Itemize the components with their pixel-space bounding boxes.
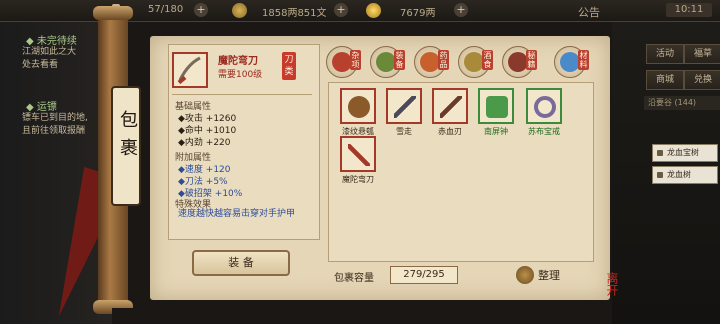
curved-sabre-icon bbox=[348, 144, 370, 166]
tab-equipment-label: 装备 bbox=[394, 50, 405, 70]
quest-line: 处去看看 bbox=[22, 60, 59, 70]
silver-value: 1858两851文 bbox=[262, 8, 327, 19]
quest-title-unfinished[interactable]: ◆ 未完待续 bbox=[26, 32, 77, 47]
sort-button[interactable]: 整理 bbox=[516, 264, 574, 286]
add-gold-button[interactable]: + bbox=[454, 3, 468, 17]
gourd-icon bbox=[348, 96, 370, 118]
selected-item-icon bbox=[172, 52, 208, 88]
silver-coin-icon bbox=[232, 3, 247, 18]
side-list-item[interactable]: 龙血树 bbox=[652, 166, 718, 184]
gold-value: 7679两 bbox=[400, 8, 436, 19]
add-silver-button[interactable]: + bbox=[334, 3, 348, 17]
money-bag-icon bbox=[516, 266, 534, 284]
side-list-item[interactable]: 龙血宝树 bbox=[652, 144, 718, 162]
item-name: 魔陀弯刀 bbox=[218, 56, 258, 67]
equipment-icon bbox=[376, 52, 396, 72]
item-slot[interactable] bbox=[386, 88, 422, 124]
tab-food-label: 酒食 bbox=[482, 50, 493, 70]
bottom-toolbar bbox=[112, 308, 612, 324]
capacity-value: 279/295 bbox=[390, 266, 458, 284]
divider bbox=[172, 94, 312, 95]
item-slot-name: 雪走 bbox=[396, 127, 412, 136]
pill-icon bbox=[420, 52, 440, 72]
quest-line: 江湖如此之大 bbox=[22, 47, 77, 57]
tab-misc-label: 杂项 bbox=[350, 50, 361, 70]
activity-button[interactable]: 活动 bbox=[646, 44, 684, 64]
item-slot-name: 苏布宝戒 bbox=[528, 127, 560, 136]
welfare-button[interactable]: 福草 bbox=[684, 44, 720, 64]
item-slot[interactable] bbox=[432, 88, 468, 124]
close-seal-text: 离开 bbox=[605, 272, 619, 296]
blade-icon bbox=[440, 96, 462, 118]
tab-manual-label: 秘籍 bbox=[526, 50, 537, 70]
marker-icon bbox=[657, 172, 663, 178]
ring-icon bbox=[534, 96, 556, 118]
stat-inner-force: ◆内劲 +220 bbox=[178, 138, 231, 148]
pot-icon bbox=[332, 52, 352, 72]
stamina-value: 57/180 bbox=[148, 4, 184, 15]
scroll-cap-top bbox=[93, 6, 133, 20]
add-stamina-button[interactable]: + bbox=[194, 3, 208, 17]
tab-material-label: 材料 bbox=[578, 50, 589, 70]
item-slot-name: 赤血刃 bbox=[438, 127, 462, 136]
bag-title: 包裹 bbox=[111, 86, 141, 206]
shop-button[interactable]: 商城 bbox=[646, 70, 684, 90]
clock: 10:11 bbox=[666, 3, 712, 17]
quest-text-escort[interactable]: 镖车已到目的地, 且前往领取报酬 bbox=[22, 112, 88, 138]
item-slot[interactable] bbox=[478, 88, 514, 124]
side-item-label: 龙血宝树 bbox=[667, 148, 699, 157]
book-icon bbox=[508, 52, 528, 72]
quest-text-unfinished[interactable]: 江湖如此之大 处去看看 bbox=[22, 46, 76, 72]
quest-line: 镖车已到目的地, bbox=[22, 113, 88, 123]
notice-button[interactable]: 公告 bbox=[578, 4, 600, 20]
quest-title-escort[interactable]: ◆ 运镖 bbox=[26, 98, 57, 113]
item-slot[interactable] bbox=[340, 88, 376, 124]
item-slot-name: 南屏钟 bbox=[484, 127, 508, 136]
item-level-requirement: 需要100级 bbox=[218, 70, 263, 80]
item-type-badge: 刀类 bbox=[282, 52, 296, 80]
location-level: 沿要谷 (144) bbox=[644, 96, 720, 110]
sword-icon bbox=[394, 96, 416, 118]
special-effect-text: 速度越快越容易击穿对手护甲 bbox=[178, 209, 296, 219]
marker-icon bbox=[657, 150, 663, 156]
item-slot[interactable] bbox=[526, 88, 562, 124]
crystal-icon bbox=[560, 52, 580, 72]
exchange-button[interactable]: 兑换 bbox=[684, 70, 720, 90]
wine-icon bbox=[464, 52, 484, 72]
item-slot-selected[interactable] bbox=[340, 136, 376, 172]
gold-ingot-icon bbox=[366, 3, 381, 18]
item-slot-name: 魔陀弯刀 bbox=[342, 175, 374, 184]
capacity-label: 包裹容量 bbox=[334, 273, 374, 284]
bell-icon bbox=[486, 96, 508, 118]
equip-button[interactable]: 装 备 bbox=[192, 250, 290, 276]
quest-line: 且前往领取报酬 bbox=[22, 126, 86, 136]
side-item-label: 龙血树 bbox=[667, 170, 691, 179]
close-button[interactable]: 离开 bbox=[598, 272, 626, 312]
bag-title-text: 包裹 bbox=[117, 110, 138, 166]
curved-sabre-icon bbox=[177, 56, 201, 85]
sort-label: 整理 bbox=[538, 269, 560, 282]
tab-medicine-label: 药品 bbox=[438, 50, 449, 70]
